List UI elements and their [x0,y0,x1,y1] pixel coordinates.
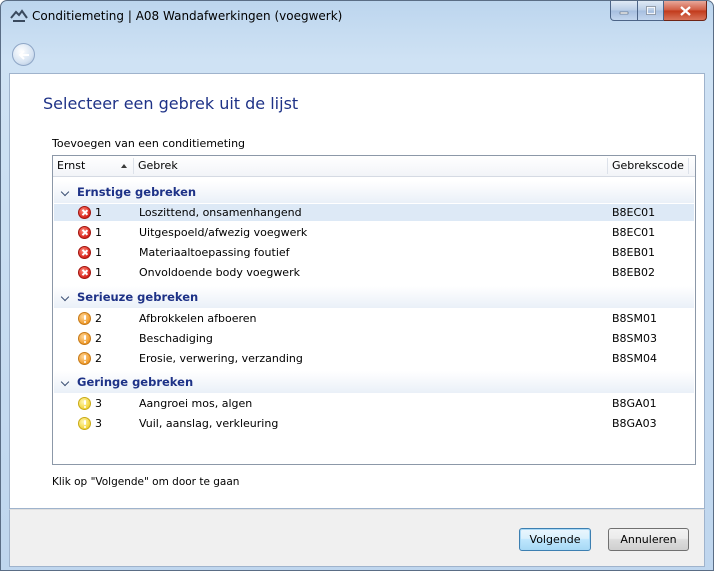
cell-code: B8EC01 [612,226,656,239]
window-title: Conditiemeting | A08 Wandafwerkingen (vo… [32,9,343,23]
cell-code: B8SM03 [612,332,658,345]
group-header-ernstige[interactable]: Ernstige gebreken [54,181,694,203]
cell-ernst: 1 [95,226,102,239]
chevron-down-icon [60,292,70,302]
back-button[interactable] [12,43,35,66]
cell-gebrek: Aangroei mos, algen [139,397,253,410]
next-button[interactable]: Volgende [519,528,591,551]
cell-gebrek: Loszittend, onsamenhangend [139,206,302,219]
cell-ernst: 1 [95,246,102,259]
page-subtitle: Toevoegen van een conditiemeting [52,137,246,150]
table-row[interactable]: 1 Materiaaltoepassing foutief B8EB01 [54,244,694,261]
cell-gebrek: Materiaaltoepassing foutief [139,246,290,259]
group-label: Ernstige gebreken [77,185,197,199]
severity-orange-warning-icon [78,332,91,345]
column-header-code[interactable]: Gebrekscode [608,156,688,176]
list-header: Ernst Gebrek Gebrekscode [53,156,695,177]
table-row[interactable]: 1 Uitgespoeld/afwezig voegwerk B8EC01 [54,224,694,241]
maximize-button[interactable] [638,1,664,21]
cell-gebrek: Afbrokkelen afboeren [139,312,257,325]
close-button[interactable] [664,1,707,21]
cell-ernst: 1 [95,206,102,219]
cell-gebrek: Uitgespoeld/afwezig voegwerk [139,226,308,239]
cell-ernst: 1 [95,266,102,279]
cell-code: B8EB02 [612,266,656,279]
cell-gebrek: Vuil, aanslag, verkleuring [139,417,279,430]
cell-gebrek: Beschadiging [139,332,213,345]
cell-ernst: 2 [95,312,102,325]
column-gebrek-label: Gebrek [138,159,178,172]
app-logo-icon [10,9,28,22]
back-arrow-icon [18,49,29,60]
cell-code: B8SM04 [612,352,658,365]
column-ernst-label: Ernst [57,159,86,172]
group-header-serieuze[interactable]: Serieuze gebreken [54,286,694,308]
table-row[interactable]: 1 Loszittend, onsamenhangend B8EC01 [54,204,694,221]
cell-gebrek: Onvoldoende body voegwerk [139,266,300,279]
instruction-text: Klik op "Volgende" om door te gaan [52,476,240,488]
chevron-down-icon [60,187,70,197]
severity-yellow-warning-icon [78,417,91,430]
button-bar: Volgende Annuleren [9,509,705,567]
cell-code: B8EB01 [612,246,656,259]
defect-list[interactable]: Ernst Gebrek Gebrekscode Ernstige gebrek… [52,155,696,465]
column-divider[interactable] [688,158,689,174]
table-row[interactable]: 2 Afbrokkelen afboeren B8SM01 [54,310,694,327]
table-row[interactable]: 3 Aangroei mos, algen B8GA01 [54,395,694,412]
column-header-gebrek[interactable]: Gebrek [134,156,607,176]
cancel-button[interactable]: Annuleren [608,528,689,551]
table-row[interactable]: 3 Vuil, aanslag, verkleuring B8GA03 [54,415,694,432]
severity-orange-warning-icon [78,352,91,365]
column-code-label: Gebrekscode [612,159,684,172]
group-label: Geringe gebreken [77,375,194,389]
severity-red-x-icon [78,226,91,239]
table-row[interactable]: 1 Onvoldoende body voegwerk B8EB02 [54,264,694,281]
cell-ernst: 3 [95,417,102,430]
group-label: Serieuze gebreken [77,290,199,304]
minimize-button[interactable] [610,1,638,21]
cell-code: B8GA01 [612,397,657,410]
group-header-geringe[interactable]: Geringe gebreken [54,371,694,393]
cell-code: B8EC01 [612,206,656,219]
maximize-icon [645,6,656,15]
cell-gebrek: Erosie, verwering, verzanding [139,352,303,365]
window-controls [610,1,707,21]
table-row[interactable]: 2 Beschadiging B8SM03 [54,330,694,347]
cell-ernst: 2 [95,332,102,345]
cell-ernst: 2 [95,352,102,365]
cell-code: B8SM01 [612,312,658,325]
close-icon [679,5,691,16]
severity-yellow-warning-icon [78,397,91,410]
sort-ascending-icon [121,164,127,168]
page-title: Selecteer een gebrek uit de lijst [43,94,299,113]
cell-ernst: 3 [95,397,102,410]
chevron-down-icon [60,377,70,387]
severity-red-x-icon [78,206,91,219]
severity-orange-warning-icon [78,312,91,325]
severity-red-x-icon [78,266,91,279]
cell-code: B8GA03 [612,417,657,430]
title-bar[interactable]: Conditiemeting | A08 Wandafwerkingen (vo… [1,1,713,31]
table-row[interactable]: 2 Erosie, verwering, verzanding B8SM04 [54,350,694,367]
minimize-icon [619,11,629,14]
severity-red-x-icon [78,246,91,259]
